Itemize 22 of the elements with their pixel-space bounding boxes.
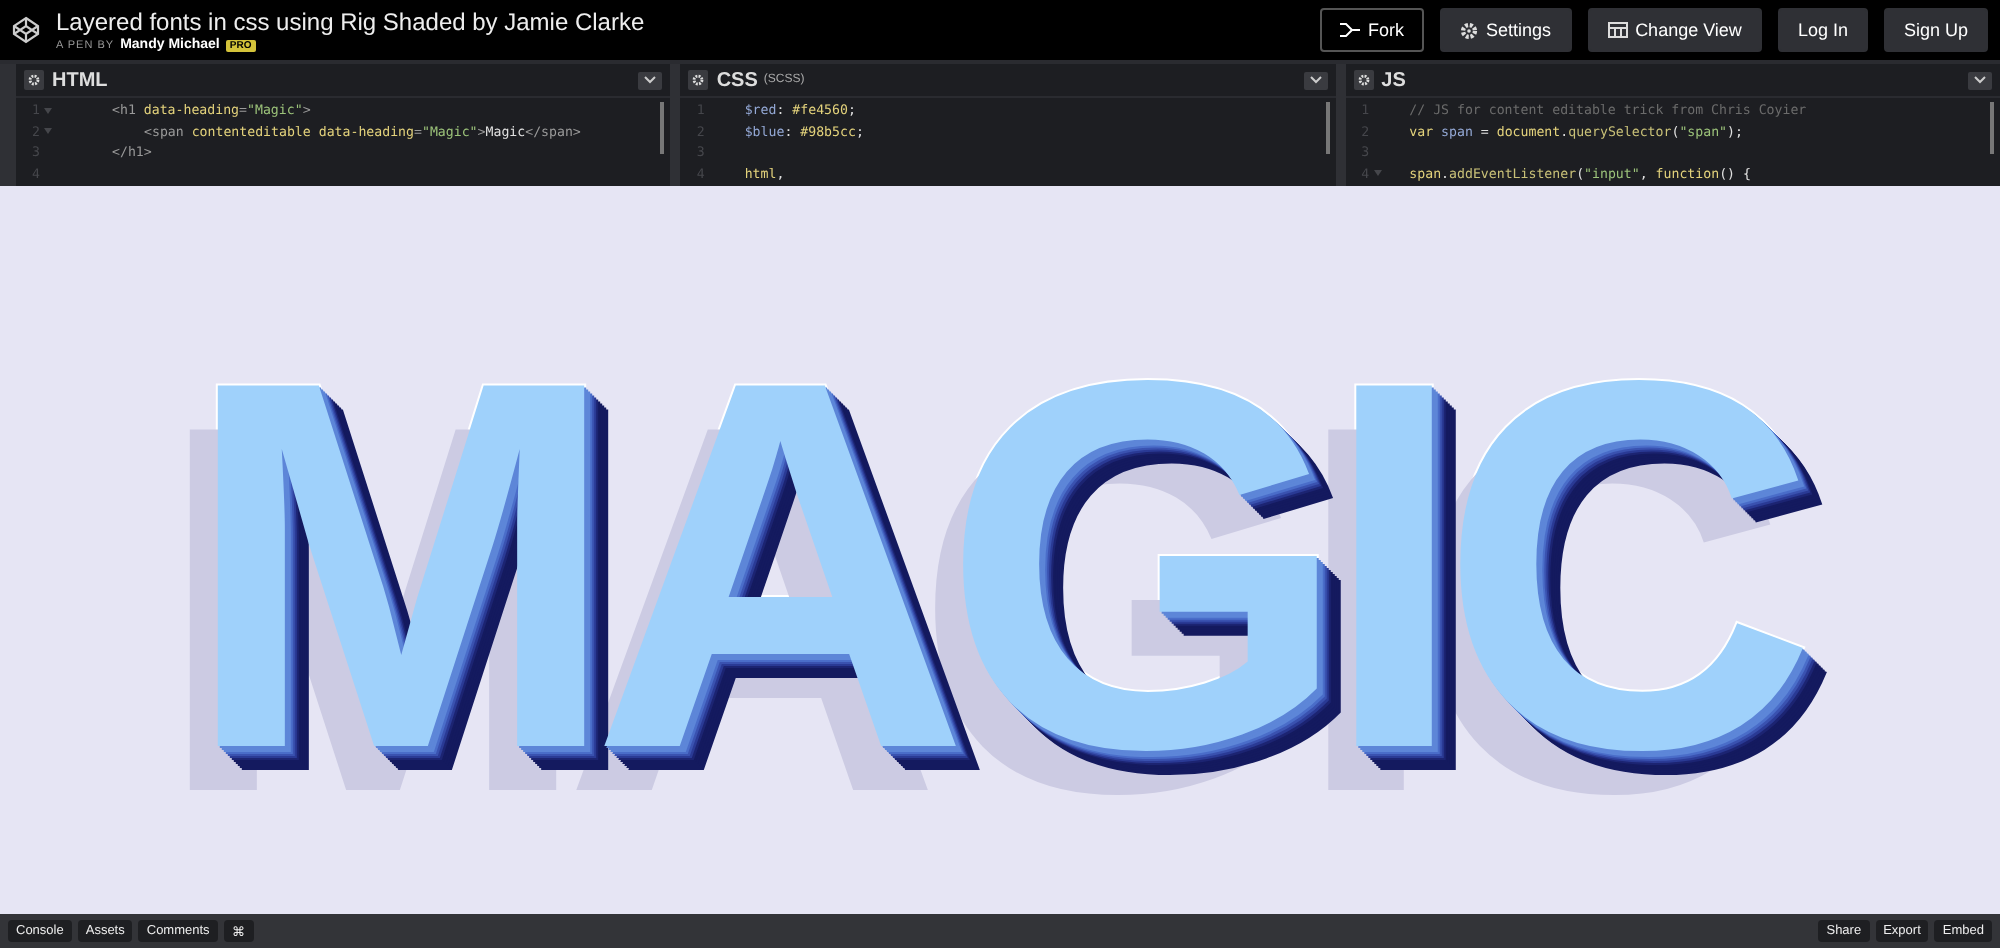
editor-title: CSS: [716, 69, 758, 91]
header-button[interactable]: Log In: [1777, 8, 1868, 52]
header-button[interactable]: Fork: [1320, 8, 1425, 52]
header-button[interactable]: Change View: [1587, 8, 1762, 52]
chevron-icon[interactable]: [638, 71, 663, 89]
settings-icon[interactable]: [688, 70, 709, 90]
logo-icon[interactable]: [12, 16, 40, 44]
scrollbar[interactable]: [660, 102, 665, 154]
editor-title: HTML: [52, 69, 108, 91]
settings-icon[interactable]: [1353, 70, 1374, 90]
header-button[interactable]: Settings: [1440, 8, 1572, 52]
layout-icon: [1607, 22, 1628, 38]
editor-title: JS: [1381, 69, 1406, 91]
chevron-icon[interactable]: [1967, 71, 1992, 89]
pen-title: Layered fonts in css using Rig Shaded by Jamie Clarke: [56, 8, 647, 36]
scrollbar[interactable]: [1989, 102, 1994, 154]
scrollbar[interactable]: [1325, 102, 1330, 154]
settings-icon: [1460, 21, 1479, 39]
fork-icon: [1340, 22, 1361, 38]
header-button[interactable]: Sign Up: [1883, 8, 1988, 52]
settings-icon[interactable]: [24, 70, 44, 90]
chevron-icon[interactable]: [1303, 71, 1328, 89]
